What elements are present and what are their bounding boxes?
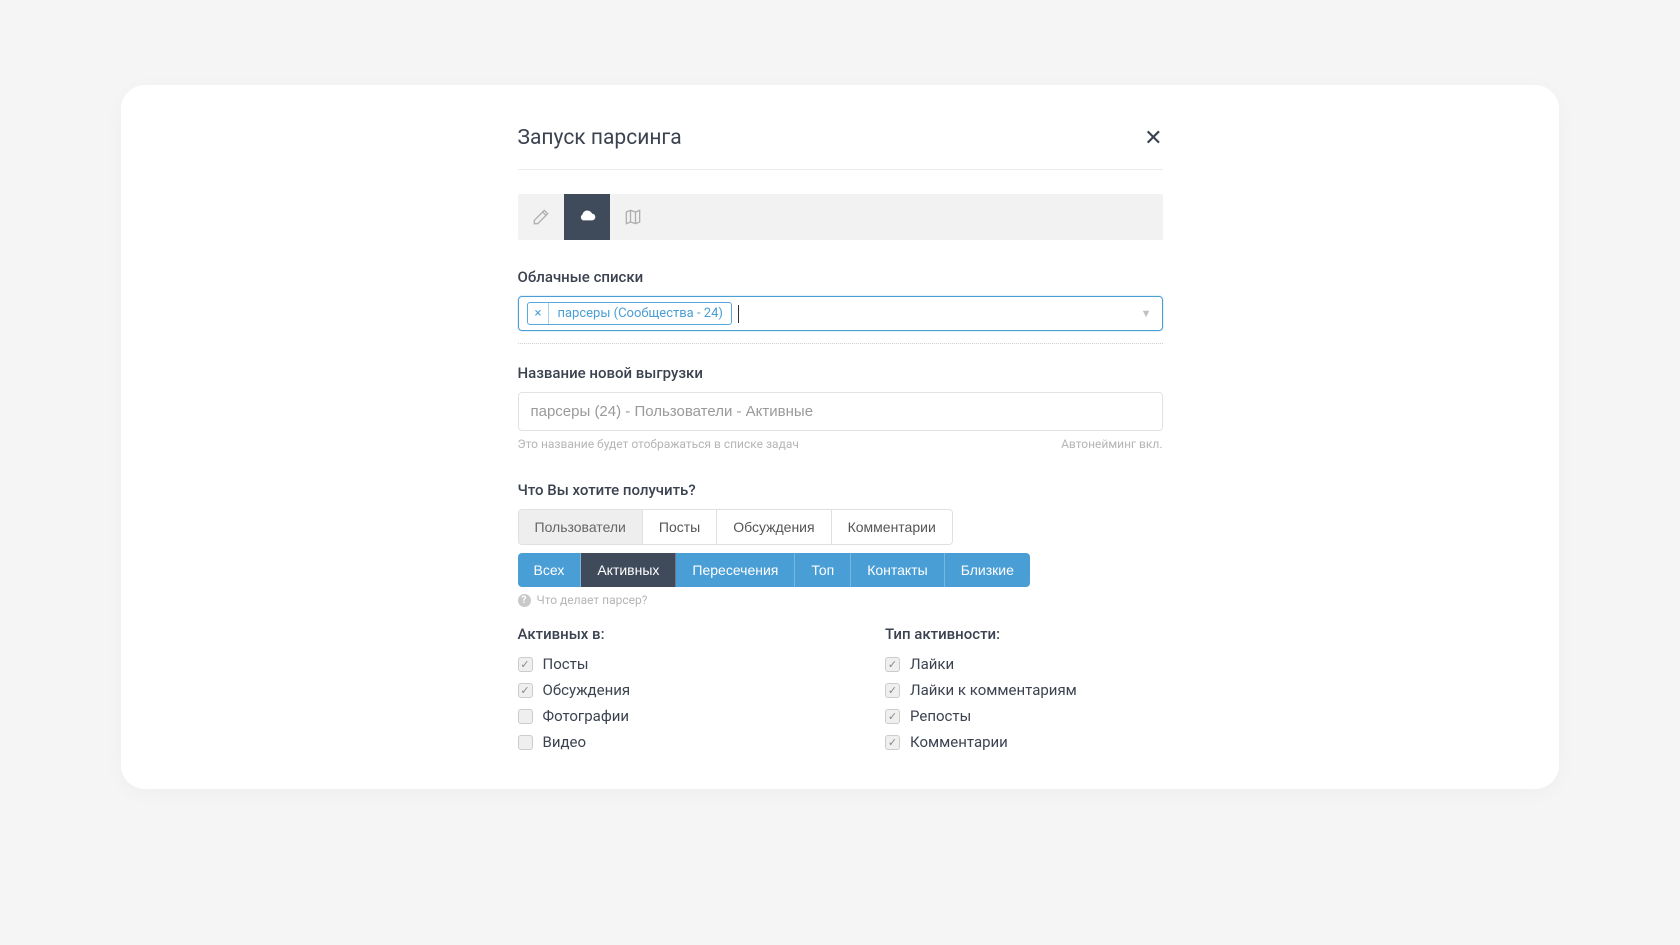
export-name-label: Название новой выгрузки: [518, 364, 1163, 382]
output-type-group: Пользователи Посты Обсуждения Комментари…: [518, 509, 953, 545]
cloud-lists-label: Облачные списки: [518, 268, 1163, 286]
active-in-title: Активных в:: [518, 625, 796, 643]
checkbox-video[interactable]: [518, 735, 533, 750]
check-label: Фотографии: [543, 707, 630, 725]
tab-comments[interactable]: Комментарии: [832, 510, 952, 544]
checkbox-comments[interactable]: [885, 735, 900, 750]
chevron-down-icon[interactable]: ▼: [1141, 307, 1152, 320]
tab-discussions[interactable]: Обсуждения: [717, 510, 831, 544]
checkbox-photos[interactable]: [518, 709, 533, 724]
check-label: Видео: [543, 733, 587, 751]
helper-right: Автонейминг вкл.: [1061, 437, 1162, 451]
map-icon: [623, 207, 643, 227]
check-label: Лайки к комментариям: [910, 681, 1077, 699]
check-posts: Посты: [518, 655, 796, 673]
check-label: Лайки: [910, 655, 954, 673]
checkbox-posts[interactable]: [518, 657, 533, 672]
filter-all[interactable]: Всех: [518, 553, 582, 587]
tab-cloud[interactable]: [564, 194, 610, 240]
check-label: Репосты: [910, 707, 971, 725]
chip-remove-button[interactable]: ×: [528, 303, 550, 324]
check-label: Обсуждения: [543, 681, 631, 699]
close-button[interactable]: ✕: [1144, 125, 1162, 151]
filter-top[interactable]: Топ: [795, 553, 851, 587]
checkbox-likes[interactable]: [885, 657, 900, 672]
modal-header: Запуск парсинга ✕: [518, 125, 1163, 170]
check-reposts: Репосты: [885, 707, 1163, 725]
helper-row: Это название будет отображаться в списке…: [518, 437, 1163, 451]
check-label: Комментарии: [910, 733, 1008, 751]
checkbox-discussions[interactable]: [518, 683, 533, 698]
activity-type-column: Тип активности: Лайки Лайки к комментари…: [885, 625, 1163, 759]
text-cursor: [738, 305, 739, 323]
tab-map[interactable]: [610, 194, 656, 240]
modal-title: Запуск парсинга: [518, 126, 682, 150]
check-likes: Лайки: [885, 655, 1163, 673]
filter-contacts[interactable]: Контакты: [851, 553, 944, 587]
cloud-icon: [577, 207, 597, 227]
parser-hint-text: Что делает парсер?: [537, 593, 648, 607]
tab-users[interactable]: Пользователи: [519, 510, 643, 544]
parser-hint-row[interactable]: ? Что делает парсер?: [518, 593, 1163, 607]
activity-type-title: Тип активности:: [885, 625, 1163, 643]
modal-card: Запуск парсинга ✕ Облачные списки × парс…: [121, 85, 1559, 789]
separator: [518, 343, 1163, 344]
edit-icon: [531, 207, 551, 227]
filter-close[interactable]: Близкие: [945, 553, 1030, 587]
question-icon: ?: [518, 594, 531, 607]
selected-chip: × парсеры (Сообщества - 24): [527, 302, 732, 325]
export-name-input[interactable]: [518, 392, 1163, 431]
check-likes-comments: Лайки к комментариям: [885, 681, 1163, 699]
cloud-lists-select[interactable]: × парсеры (Сообщества - 24) ▼: [518, 296, 1163, 331]
check-comments: Комментарии: [885, 733, 1163, 751]
filter-intersections[interactable]: Пересечения: [676, 553, 795, 587]
helper-left: Это название будет отображаться в списке…: [518, 437, 799, 451]
close-icon: ✕: [1144, 125, 1162, 150]
checkbox-columns: Активных в: Посты Обсуждения Фотографии …: [518, 625, 1163, 759]
tab-posts[interactable]: Посты: [643, 510, 717, 544]
filter-active[interactable]: Активных: [581, 553, 676, 587]
checkbox-likes-comments[interactable]: [885, 683, 900, 698]
filter-type-group: Всех Активных Пересечения Топ Контакты Б…: [518, 553, 1030, 587]
check-photos: Фотографии: [518, 707, 796, 725]
checkbox-reposts[interactable]: [885, 709, 900, 724]
active-in-column: Активных в: Посты Обсуждения Фотографии …: [518, 625, 796, 759]
tab-edit[interactable]: [518, 194, 564, 240]
what-get-label: Что Вы хотите получить?: [518, 481, 1163, 499]
chip-label: парсеры (Сообщества - 24): [549, 303, 730, 324]
check-video: Видео: [518, 733, 796, 751]
check-discussions: Обсуждения: [518, 681, 796, 699]
source-tabs: [518, 194, 1163, 240]
check-label: Посты: [543, 655, 589, 673]
